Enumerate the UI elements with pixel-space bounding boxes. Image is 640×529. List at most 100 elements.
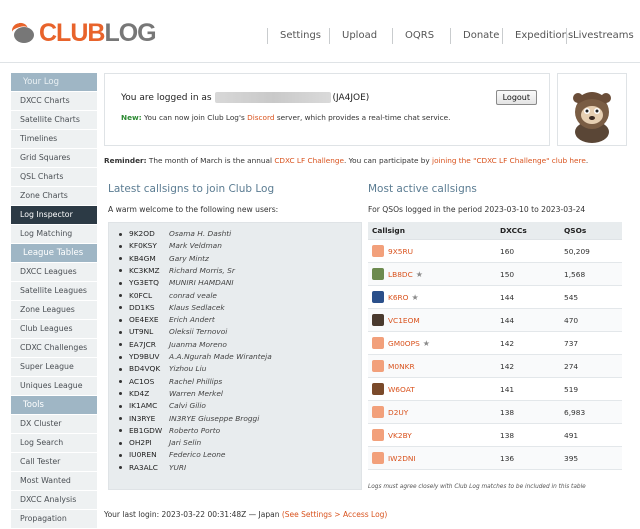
cell-callsign: GM0OPS ★ [368,331,496,355]
cell-dxccs: 144 [496,285,560,309]
cell-dxccs: 138 [496,423,560,447]
logout-button[interactable]: Logout [495,90,537,105]
user-avatar-icon [372,245,384,257]
table-row: VC1EOM 144 470 [368,308,622,332]
table-header-row: Callsign DXCCs QSOs [368,222,622,240]
reminder-notice: Reminder: The month of March is the annu… [104,156,588,165]
sidebar-item-most-wanted[interactable]: Most Wanted [11,472,97,490]
sidebar-item-satellite-charts[interactable]: Satellite Charts [11,111,97,129]
list-item: YG3ETQ MUNIRI HAMDANI [119,277,234,289]
list-item: IU0REN Federico Leone [119,449,225,461]
cell-qsos: 1,568 [560,262,622,286]
cell-callsign: VK2BY [368,423,496,447]
sidebar-item-dxcc-leagues[interactable]: DXCC Leagues [11,263,97,281]
user-avatar-icon [372,429,384,441]
sidebar-heading-your-log: Your Log [11,73,97,91]
sidebar-item-dxcc-charts[interactable]: DXCC Charts [11,92,97,110]
sidebar-item-super-league[interactable]: Super League [11,358,97,376]
cell-dxccs: 150 [496,262,560,286]
sidebar-item-propagation[interactable]: Propagation [11,510,97,528]
table-row: LB8DC ★ 150 1,568 [368,262,622,286]
cell-callsign: VC1EOM [368,308,496,332]
sidebar-item-club-leagues[interactable]: Club Leagues [11,320,97,338]
sidebar-item-log-search[interactable]: Log Search [11,434,97,452]
most-active-period: For QSOs logged in the period 2023-03-10… [368,205,586,214]
list-item: 9K2OD Osama H. Dashti [119,228,231,240]
sidebar-item-log-matching[interactable]: Log Matching [11,225,97,243]
sidebar-heading-league-tables: League Tables [11,244,97,262]
sidebar-item-satellite-leagues[interactable]: Satellite Leagues [11,282,97,300]
sidebar-item-qsl-charts[interactable]: QSL Charts [11,168,97,186]
callsign-link[interactable]: LB8DC [388,270,413,279]
nav-livestreams[interactable]: Livestreams [566,28,634,44]
col-callsign: Callsign [368,222,496,240]
cell-callsign: 9X5RU [368,239,496,263]
join-club-link[interactable]: joining the "CDXC LF Challenge" club her… [432,156,586,165]
table-row: GM0OPS ★ 142 737 [368,331,622,355]
cell-dxccs: 138 [496,400,560,424]
list-item: K0FCL conrad veale [119,290,217,302]
most-active-table: Callsign DXCCs QSOs 9X5RU 160 50,209 LB8DC ★… [368,222,622,470]
nav-settings[interactable]: Settings [267,28,321,44]
list-item: KB4GM Gary Mintz [119,253,209,265]
sidebar-item-call-tester[interactable]: Call Tester [11,453,97,471]
callsign-link[interactable]: M0NKR [388,362,415,371]
cell-dxccs: 141 [496,377,560,401]
sidebar: Your Log DXCC Charts Satellite Charts Ti… [11,73,97,529]
callsign-link[interactable]: K6RO [388,293,409,302]
sidebar-item-uniques-league[interactable]: Uniques League [11,377,97,395]
callsign-link[interactable]: W6OAT [388,385,415,394]
discord-link[interactable]: Discord [247,113,274,122]
user-avatar-icon [372,268,384,280]
nav-expeditions[interactable]: Expeditions [502,28,573,44]
cell-qsos: 519 [560,377,622,401]
sidebar-item-log-inspector[interactable]: Log Inspector [11,206,97,224]
list-item: IK1AMC Calvi Gilio [119,400,206,412]
cell-qsos: 737 [560,331,622,355]
nav-upload[interactable]: Upload [329,28,377,44]
login-status: You are logged in as (JA4JOE) [121,92,369,103]
callsign-link[interactable]: IW2DNI [388,454,416,463]
last-login-text: Your last login: 2023-03-22 00:31:48Z — … [104,510,280,519]
callsign-link[interactable]: VC1EOM [388,316,420,325]
star-icon: ★ [422,338,430,348]
list-item: DD1KS Klaus Sedlacek [119,302,225,314]
sidebar-item-dxcc-analysis[interactable]: DXCC Analysis [11,491,97,509]
reminder-text-3: . [585,156,589,165]
cell-qsos: 470 [560,308,622,332]
avatar-image [558,74,626,145]
table-row: K6RO ★ 144 545 [368,285,622,309]
cell-callsign: W6OAT [368,377,496,401]
user-avatar-icon [372,383,384,395]
callsign-link[interactable]: VK2BY [388,431,412,440]
sidebar-item-grid-squares[interactable]: Grid Squares [11,149,97,167]
table-row: VK2BY 138 491 [368,423,622,447]
discord-text-1: You can now join Club Log's [144,113,245,122]
list-item: IN3RYE IN3RYE Giuseppe Broggi [119,413,259,425]
nav-oqrs[interactable]: OQRS [392,28,434,44]
list-item: KF0KSY Mark Veldman [119,240,222,252]
callsign-link[interactable]: D2UY [388,408,408,417]
avatar[interactable] [557,73,627,146]
list-item: UT9NL Oleksii Ternovoi [119,326,227,338]
cell-qsos: 395 [560,446,622,470]
new-label: New: [121,113,142,122]
cell-callsign: D2UY [368,400,496,424]
sidebar-item-zone-charts[interactable]: Zone Charts [11,187,97,205]
sidebar-item-timelines[interactable]: Timelines [11,130,97,148]
reminder-text-2: . You can participate by [344,156,430,165]
list-item: YD9BUV A.A.Ngurah Made Wiranteja [119,351,272,363]
cell-qsos: 491 [560,423,622,447]
sidebar-item-zone-leagues[interactable]: Zone Leagues [11,301,97,319]
cdxc-challenge-link[interactable]: CDXC LF Challenge [274,156,344,165]
sidebar-item-cdxc-challenges[interactable]: CDXC Challenges [11,339,97,357]
callsign-link[interactable]: GM0OPS [388,339,420,348]
table-row: W6OAT 141 519 [368,377,622,401]
access-log-link[interactable]: (See Settings > Access Log) [282,510,388,519]
sidebar-item-dx-cluster[interactable]: DX Cluster [11,415,97,433]
list-item: OE4EXE Erich Andert [119,314,215,326]
nav-donate[interactable]: Donate [450,28,499,44]
cell-dxccs: 136 [496,446,560,470]
star-icon: ★ [415,269,423,279]
callsign-link[interactable]: 9X5RU [388,247,413,256]
